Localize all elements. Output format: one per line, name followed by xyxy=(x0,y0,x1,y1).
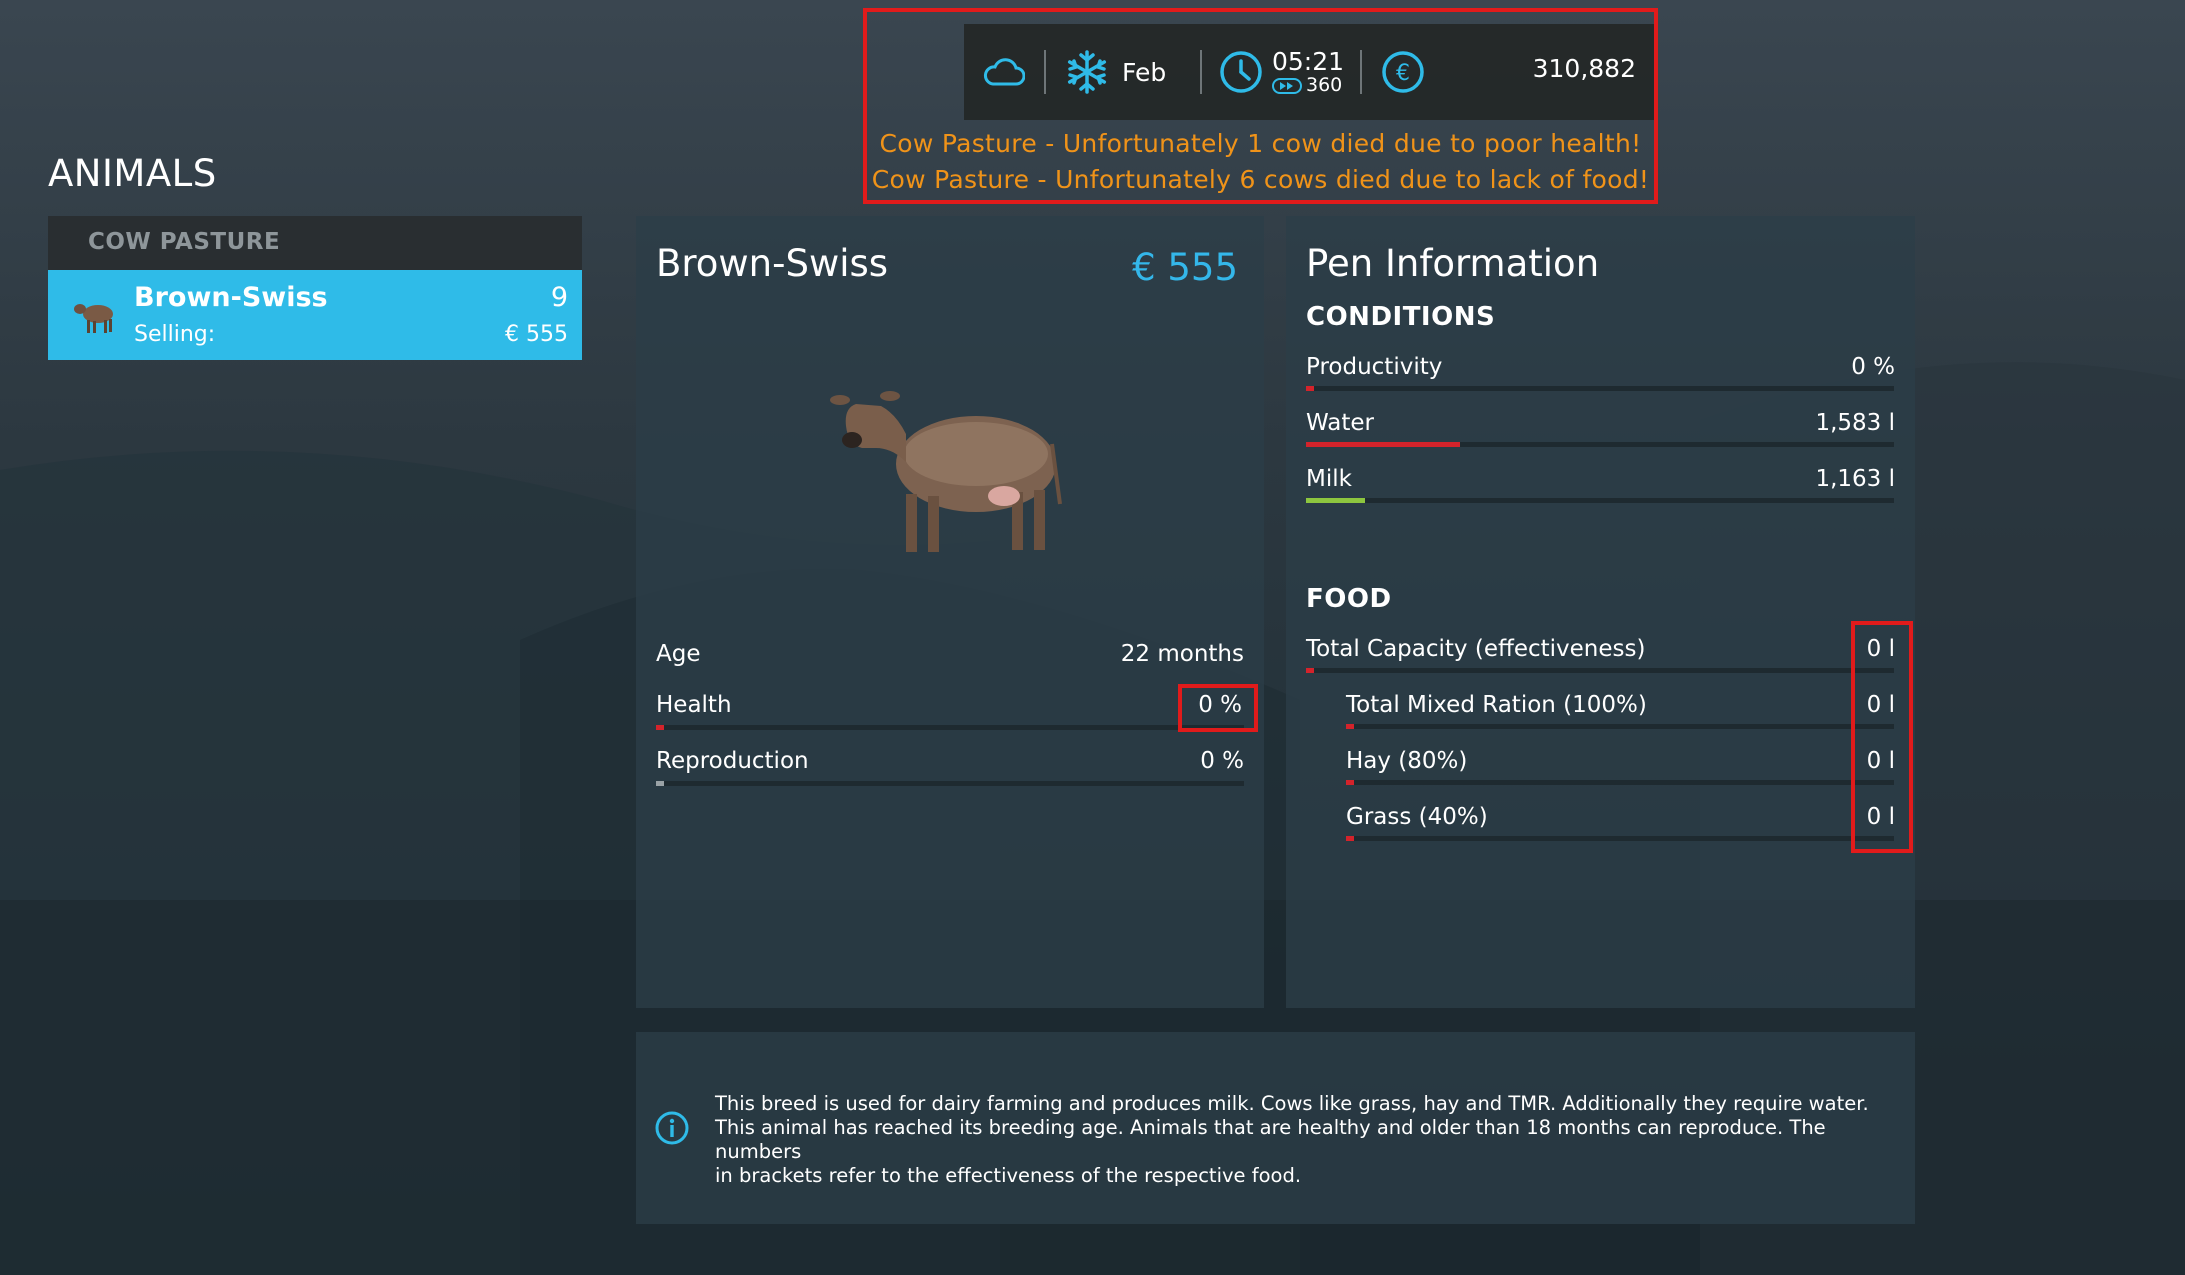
total-capacity-label: Total Capacity (effectiveness) xyxy=(1306,636,1646,662)
tmr-bar-fill xyxy=(1346,724,1354,729)
info-icon xyxy=(655,1111,689,1145)
cow-thumbnail xyxy=(74,304,113,333)
age-value: 22 months xyxy=(1120,641,1244,667)
page-title: ANIMALS xyxy=(48,152,217,195)
animal-name: Brown-Swiss xyxy=(134,282,328,313)
milk-value: 1,163 l xyxy=(1815,466,1895,492)
info-panel: This breed is used for dairy farming and… xyxy=(636,1032,1915,1224)
grass-bar xyxy=(1346,836,1894,841)
conditions-heading: CONDITIONS xyxy=(1306,302,1496,332)
reproduction-label: Reproduction xyxy=(656,748,809,774)
pasture-group-label: COW PASTURE xyxy=(88,229,281,255)
selling-label: Selling: xyxy=(134,322,216,347)
animal-detail-title: Brown-Swiss xyxy=(656,242,889,285)
reproduction-bar xyxy=(656,781,1244,786)
productivity-value: 0 % xyxy=(1851,354,1895,380)
grass-bar-fill xyxy=(1346,836,1354,841)
tmr-bar xyxy=(1346,724,1894,729)
pasture-group-header: COW PASTURE xyxy=(48,216,582,270)
animal-list-item[interactable]: Brown-Swiss 9 Selling: € 555 xyxy=(48,270,582,360)
food-heading: FOOD xyxy=(1306,584,1392,614)
productivity-label: Productivity xyxy=(1306,354,1443,380)
hay-bar-fill xyxy=(1346,780,1354,785)
total-capacity-bar xyxy=(1306,668,1894,673)
water-bar xyxy=(1306,442,1894,447)
tmr-label: Total Mixed Ration (100%) xyxy=(1346,692,1647,718)
age-label: Age xyxy=(656,641,701,667)
selling-price: € 555 xyxy=(505,322,568,347)
highlight-box-food xyxy=(1851,621,1913,853)
reproduction-value: 0 % xyxy=(1200,748,1244,774)
total-capacity-bar-fill xyxy=(1306,668,1314,673)
hay-label: Hay (80%) xyxy=(1346,748,1468,774)
reproduction-bar-fill xyxy=(656,781,664,786)
productivity-bar xyxy=(1306,386,1894,391)
cow-image xyxy=(830,391,1062,552)
health-bar-fill xyxy=(656,725,664,730)
water-value: 1,583 l xyxy=(1815,410,1895,436)
hay-bar xyxy=(1346,780,1894,785)
animal-detail-price: € 555 xyxy=(1132,246,1238,289)
highlight-box-hud xyxy=(863,8,1658,204)
milk-label: Milk xyxy=(1306,466,1352,492)
water-bar-fill xyxy=(1306,442,1460,447)
animal-count: 9 xyxy=(550,282,568,313)
milk-bar-fill xyxy=(1306,498,1365,503)
grass-label: Grass (40%) xyxy=(1346,804,1488,830)
productivity-bar-fill xyxy=(1306,386,1314,391)
animal-detail-panel: Brown-Swiss € 555 Age 22 months Health 0… xyxy=(636,216,1264,1008)
info-line: This animal has reached its breeding age… xyxy=(715,1116,1826,1163)
pen-title: Pen Information xyxy=(1306,242,1600,285)
health-label: Health xyxy=(656,692,732,718)
info-line: in brackets refer to the effectiveness o… xyxy=(715,1164,1302,1187)
milk-bar xyxy=(1306,498,1894,503)
pen-information-panel: Pen Information CONDITIONS Productivity … xyxy=(1286,216,1915,1008)
info-line: This breed is used for dairy farming and… xyxy=(715,1092,1869,1115)
info-text: This breed is used for dairy farming and… xyxy=(715,1092,1905,1188)
water-label: Water xyxy=(1306,410,1374,436)
health-bar xyxy=(656,725,1244,730)
highlight-box-health xyxy=(1178,684,1258,732)
